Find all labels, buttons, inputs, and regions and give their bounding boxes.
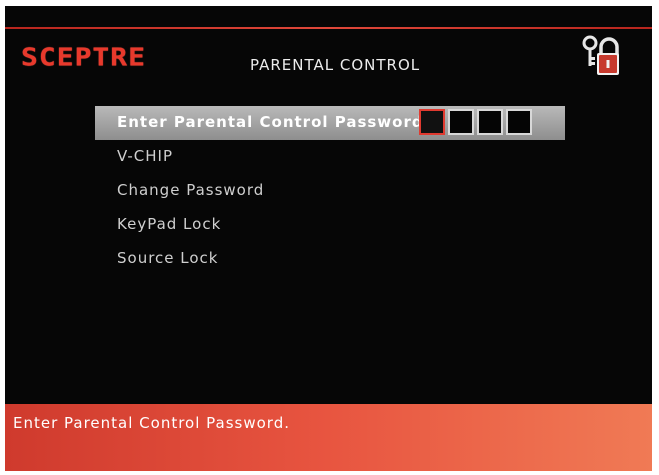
status-bar: Enter Parental Control Password.: [5, 404, 652, 471]
tv-screen: SCEPTRE PARENTAL CONTROL Enter Parental …: [5, 6, 652, 471]
password-digit-box[interactable]: [506, 109, 532, 135]
password-input[interactable]: [419, 109, 535, 135]
header-divider: [5, 27, 652, 29]
menu-item-source-lock[interactable]: Source Lock: [95, 242, 565, 276]
brand-logo: SCEPTRE: [21, 42, 147, 72]
parental-control-menu: Enter Parental Control Password V-CHIP C…: [95, 106, 565, 276]
menu-item-label: KeyPad Lock: [117, 215, 222, 233]
menu-item-keypad-lock[interactable]: KeyPad Lock: [95, 208, 565, 242]
menu-item-enter-password[interactable]: Enter Parental Control Password: [95, 106, 565, 140]
menu-item-label: Change Password: [117, 181, 265, 199]
menu-item-change-password[interactable]: Change Password: [95, 174, 565, 208]
page-title: PARENTAL CONTROL: [250, 56, 421, 74]
menu-item-label: Source Lock: [117, 249, 219, 267]
menu-item-label: Enter Parental Control Password: [117, 113, 424, 131]
password-digit-box[interactable]: [419, 109, 445, 135]
menu-item-v-chip[interactable]: V-CHIP: [95, 140, 565, 174]
password-digit-box[interactable]: [448, 109, 474, 135]
password-digit-box[interactable]: [477, 109, 503, 135]
lock-with-key-icon: [582, 35, 619, 75]
status-message: Enter Parental Control Password.: [13, 414, 290, 432]
menu-item-label: V-CHIP: [117, 147, 174, 165]
